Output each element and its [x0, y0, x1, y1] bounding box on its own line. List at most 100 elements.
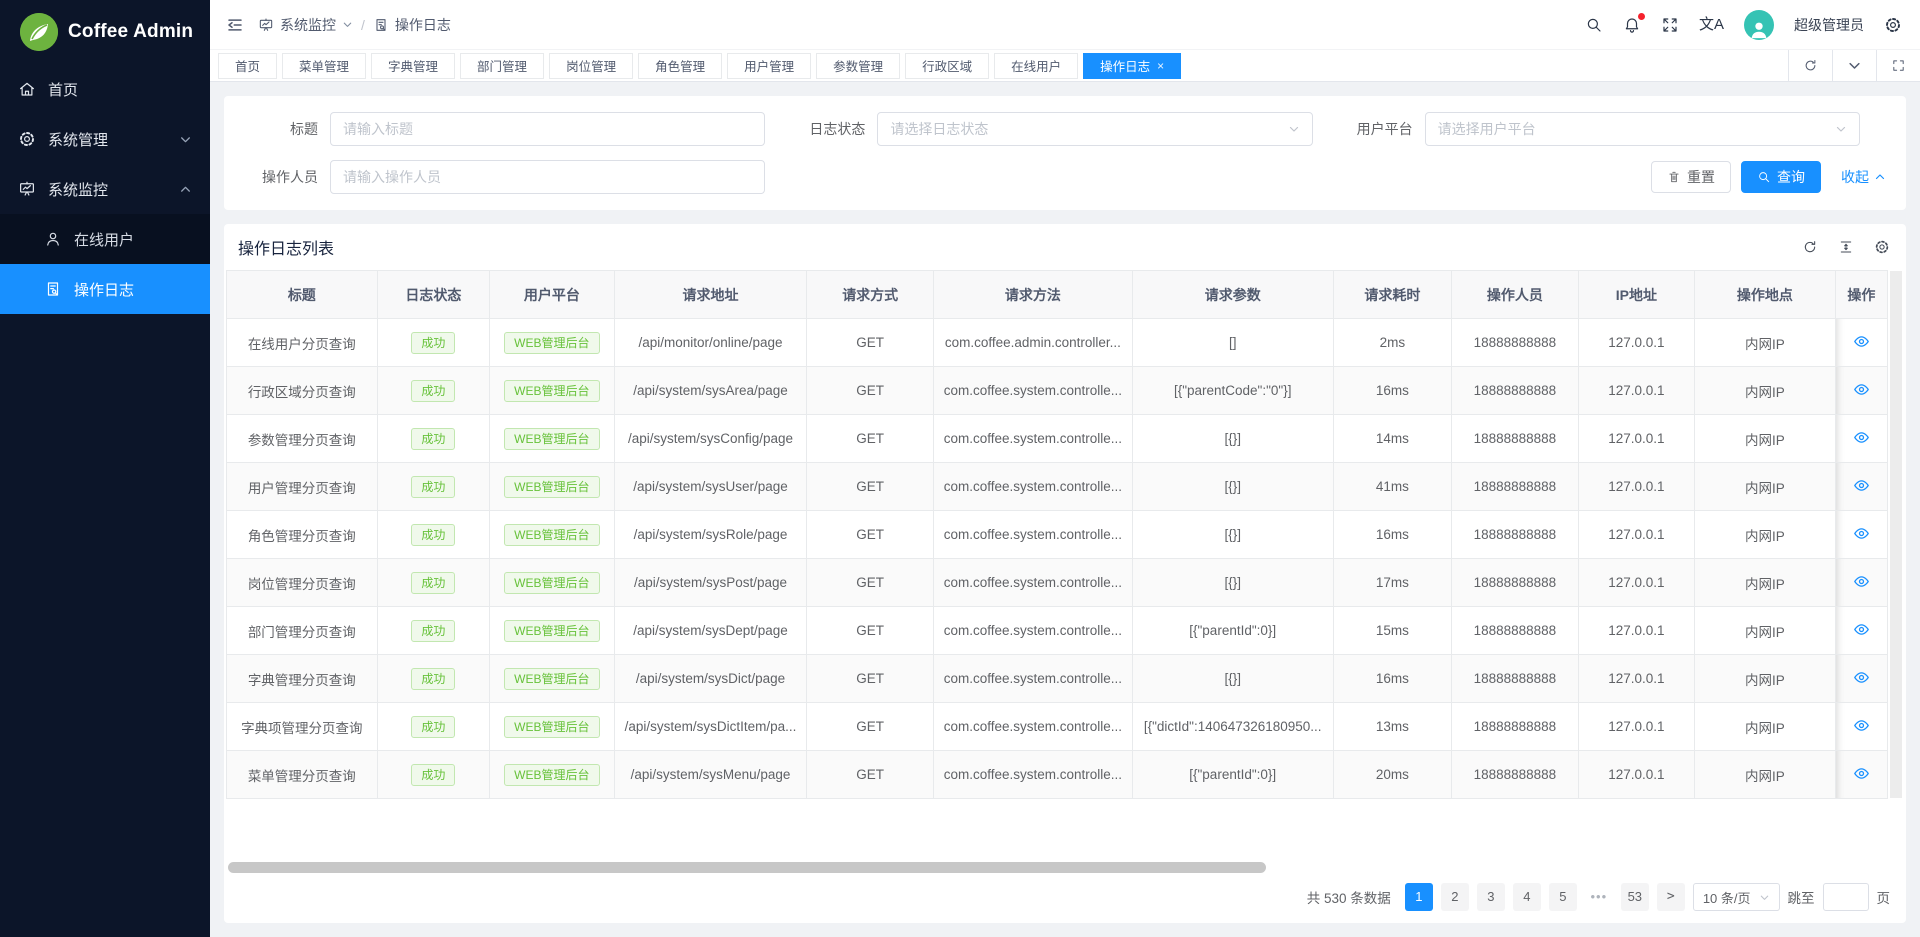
tab-item[interactable]: 行政区域	[905, 53, 989, 79]
avatar[interactable]	[1744, 10, 1774, 40]
trash-icon	[1667, 170, 1681, 184]
platform-badge: WEB管理后台	[504, 572, 599, 594]
platform-badge: WEB管理后台	[504, 380, 599, 402]
cell-actions	[1835, 367, 1887, 415]
view-detail-eye-icon[interactable]	[1853, 621, 1870, 638]
tab-item[interactable]: 角色管理	[638, 53, 722, 79]
notification-bell-icon[interactable]	[1623, 16, 1641, 34]
view-detail-eye-icon[interactable]	[1853, 525, 1870, 542]
cell-status: 成功	[377, 463, 489, 511]
next-page-button[interactable]: >	[1657, 883, 1685, 911]
filter-operator-item: 操作人员	[244, 160, 791, 194]
vertical-scrollbar-track[interactable]	[1890, 271, 1902, 798]
horizontal-scrollbar-thumb[interactable]	[228, 862, 1266, 873]
page-button[interactable]: 2	[1441, 883, 1469, 911]
cell-title: 在线用户分页查询	[227, 319, 378, 367]
view-detail-eye-icon[interactable]	[1853, 429, 1870, 446]
table-row: 在线用户分页查询成功WEB管理后台/api/monitor/online/pag…	[227, 319, 1888, 367]
cell-handler: com.coffee.system.controlle...	[933, 463, 1132, 511]
cell-title: 角色管理分页查询	[227, 511, 378, 559]
filter-platform-item: 用户平台 请选择用户平台	[1339, 112, 1886, 146]
username[interactable]: 超级管理员	[1794, 15, 1864, 35]
settings-gear-icon[interactable]	[1884, 16, 1902, 34]
cell-handler: com.coffee.system.controlle...	[933, 367, 1132, 415]
tab-item[interactable]: 菜单管理	[282, 53, 366, 79]
platform-badge: WEB管理后台	[504, 428, 599, 450]
tab-bar: 首页菜单管理字典管理 部门管理 岗位管理 角色管理 用户管理参数管理行政区域在线用户操作…	[210, 49, 1920, 82]
tab-item[interactable]: 岗位管理	[549, 53, 633, 79]
tab-item[interactable]: 用户管理	[727, 53, 811, 79]
cell-title: 部门管理分页查询	[227, 607, 378, 655]
page-size-select[interactable]: 10 条/页	[1693, 883, 1780, 911]
page-button[interactable]: 5	[1549, 883, 1577, 911]
sidebar-collapse-icon[interactable]	[226, 16, 244, 34]
jump-page-input[interactable]	[1823, 883, 1869, 911]
monitor-icon	[18, 180, 36, 198]
tab-label: 部门管理	[477, 56, 527, 75]
status-select[interactable]: 请选择日志状态	[877, 112, 1312, 146]
page-button[interactable]: 1	[1405, 883, 1433, 911]
cell-title: 用户管理分页查询	[227, 463, 378, 511]
tab-item[interactable]: 参数管理	[816, 53, 900, 79]
cell-status: 成功	[377, 415, 489, 463]
search-icon[interactable]	[1585, 16, 1603, 34]
view-detail-eye-icon[interactable]	[1853, 333, 1870, 350]
cell-platform: WEB管理后台	[490, 511, 615, 559]
view-detail-eye-icon[interactable]	[1853, 717, 1870, 734]
sidebar-item-label: 操作日志	[74, 279, 134, 300]
sidebar-item-system-management[interactable]: 系统管理	[0, 114, 210, 164]
tab-item[interactable]: 操作日志×	[1083, 53, 1181, 79]
sidebar-item-online-users[interactable]: 在线用户	[0, 214, 210, 264]
search-button[interactable]: 查询	[1741, 161, 1821, 193]
page-button[interactable]: 53	[1621, 883, 1649, 911]
tab-item[interactable]: 首页	[218, 53, 277, 79]
page-button[interactable]: 4	[1513, 883, 1541, 911]
tab-item[interactable]: 字典管理	[371, 53, 455, 79]
tabs-maximize-icon[interactable]	[1876, 50, 1920, 81]
tab-label: 角色管理	[655, 56, 705, 75]
sidebar-item-operation-log[interactable]: 操作日志	[0, 264, 210, 314]
reset-button[interactable]: 重置	[1651, 161, 1731, 193]
platform-select[interactable]: 请选择用户平台	[1425, 112, 1860, 146]
column-header: 操作	[1835, 271, 1887, 319]
collapse-filters-link[interactable]: 收起	[1841, 167, 1886, 187]
fullscreen-icon[interactable]	[1661, 16, 1679, 34]
cell-duration: 13ms	[1333, 703, 1451, 751]
cell-operator: 18888888888	[1452, 463, 1579, 511]
sidebar-item-home[interactable]: 首页	[0, 64, 210, 114]
cell-duration: 2ms	[1333, 319, 1451, 367]
status-badge: 成功	[411, 572, 455, 594]
table-row: 行政区域分页查询成功WEB管理后台/api/system/sysArea/pag…	[227, 367, 1888, 415]
cell-platform: WEB管理后台	[490, 415, 615, 463]
tab-item[interactable]: 在线用户	[994, 53, 1078, 79]
column-header: 请求方式	[807, 271, 934, 319]
view-detail-eye-icon[interactable]	[1853, 477, 1870, 494]
cell-location: 内网IP	[1695, 751, 1836, 799]
tab-item[interactable]: 部门管理	[460, 53, 544, 79]
refresh-icon[interactable]	[1802, 239, 1818, 255]
cell-title: 菜单管理分页查询	[227, 751, 378, 799]
tabs-dropdown-icon[interactable]	[1832, 50, 1876, 81]
app-title: Coffee Admin	[68, 21, 193, 43]
cell-location: 内网IP	[1695, 655, 1836, 703]
page-button[interactable]: 3	[1477, 883, 1505, 911]
tabs-refresh-icon[interactable]	[1788, 50, 1832, 81]
title-input[interactable]	[330, 112, 765, 146]
status-badge: 成功	[411, 524, 455, 546]
cell-handler: com.coffee.system.controlle...	[933, 703, 1132, 751]
view-detail-eye-icon[interactable]	[1853, 669, 1870, 686]
tab-close-icon[interactable]: ×	[1157, 60, 1164, 72]
cell-method: GET	[807, 463, 934, 511]
column-header: 用户平台	[490, 271, 615, 319]
view-detail-eye-icon[interactable]	[1853, 573, 1870, 590]
cell-duration: 41ms	[1333, 463, 1451, 511]
translate-icon[interactable]: 文A	[1699, 17, 1724, 32]
sidebar-item-system-monitor[interactable]: 系统监控	[0, 164, 210, 214]
row-height-icon[interactable]	[1838, 239, 1854, 255]
cell-location: 内网IP	[1695, 367, 1836, 415]
view-detail-eye-icon[interactable]	[1853, 765, 1870, 782]
breadcrumb-level1[interactable]: 系统监控	[258, 15, 353, 35]
operator-input[interactable]	[330, 160, 765, 194]
column-settings-gear-icon[interactable]	[1874, 239, 1890, 255]
view-detail-eye-icon[interactable]	[1853, 381, 1870, 398]
